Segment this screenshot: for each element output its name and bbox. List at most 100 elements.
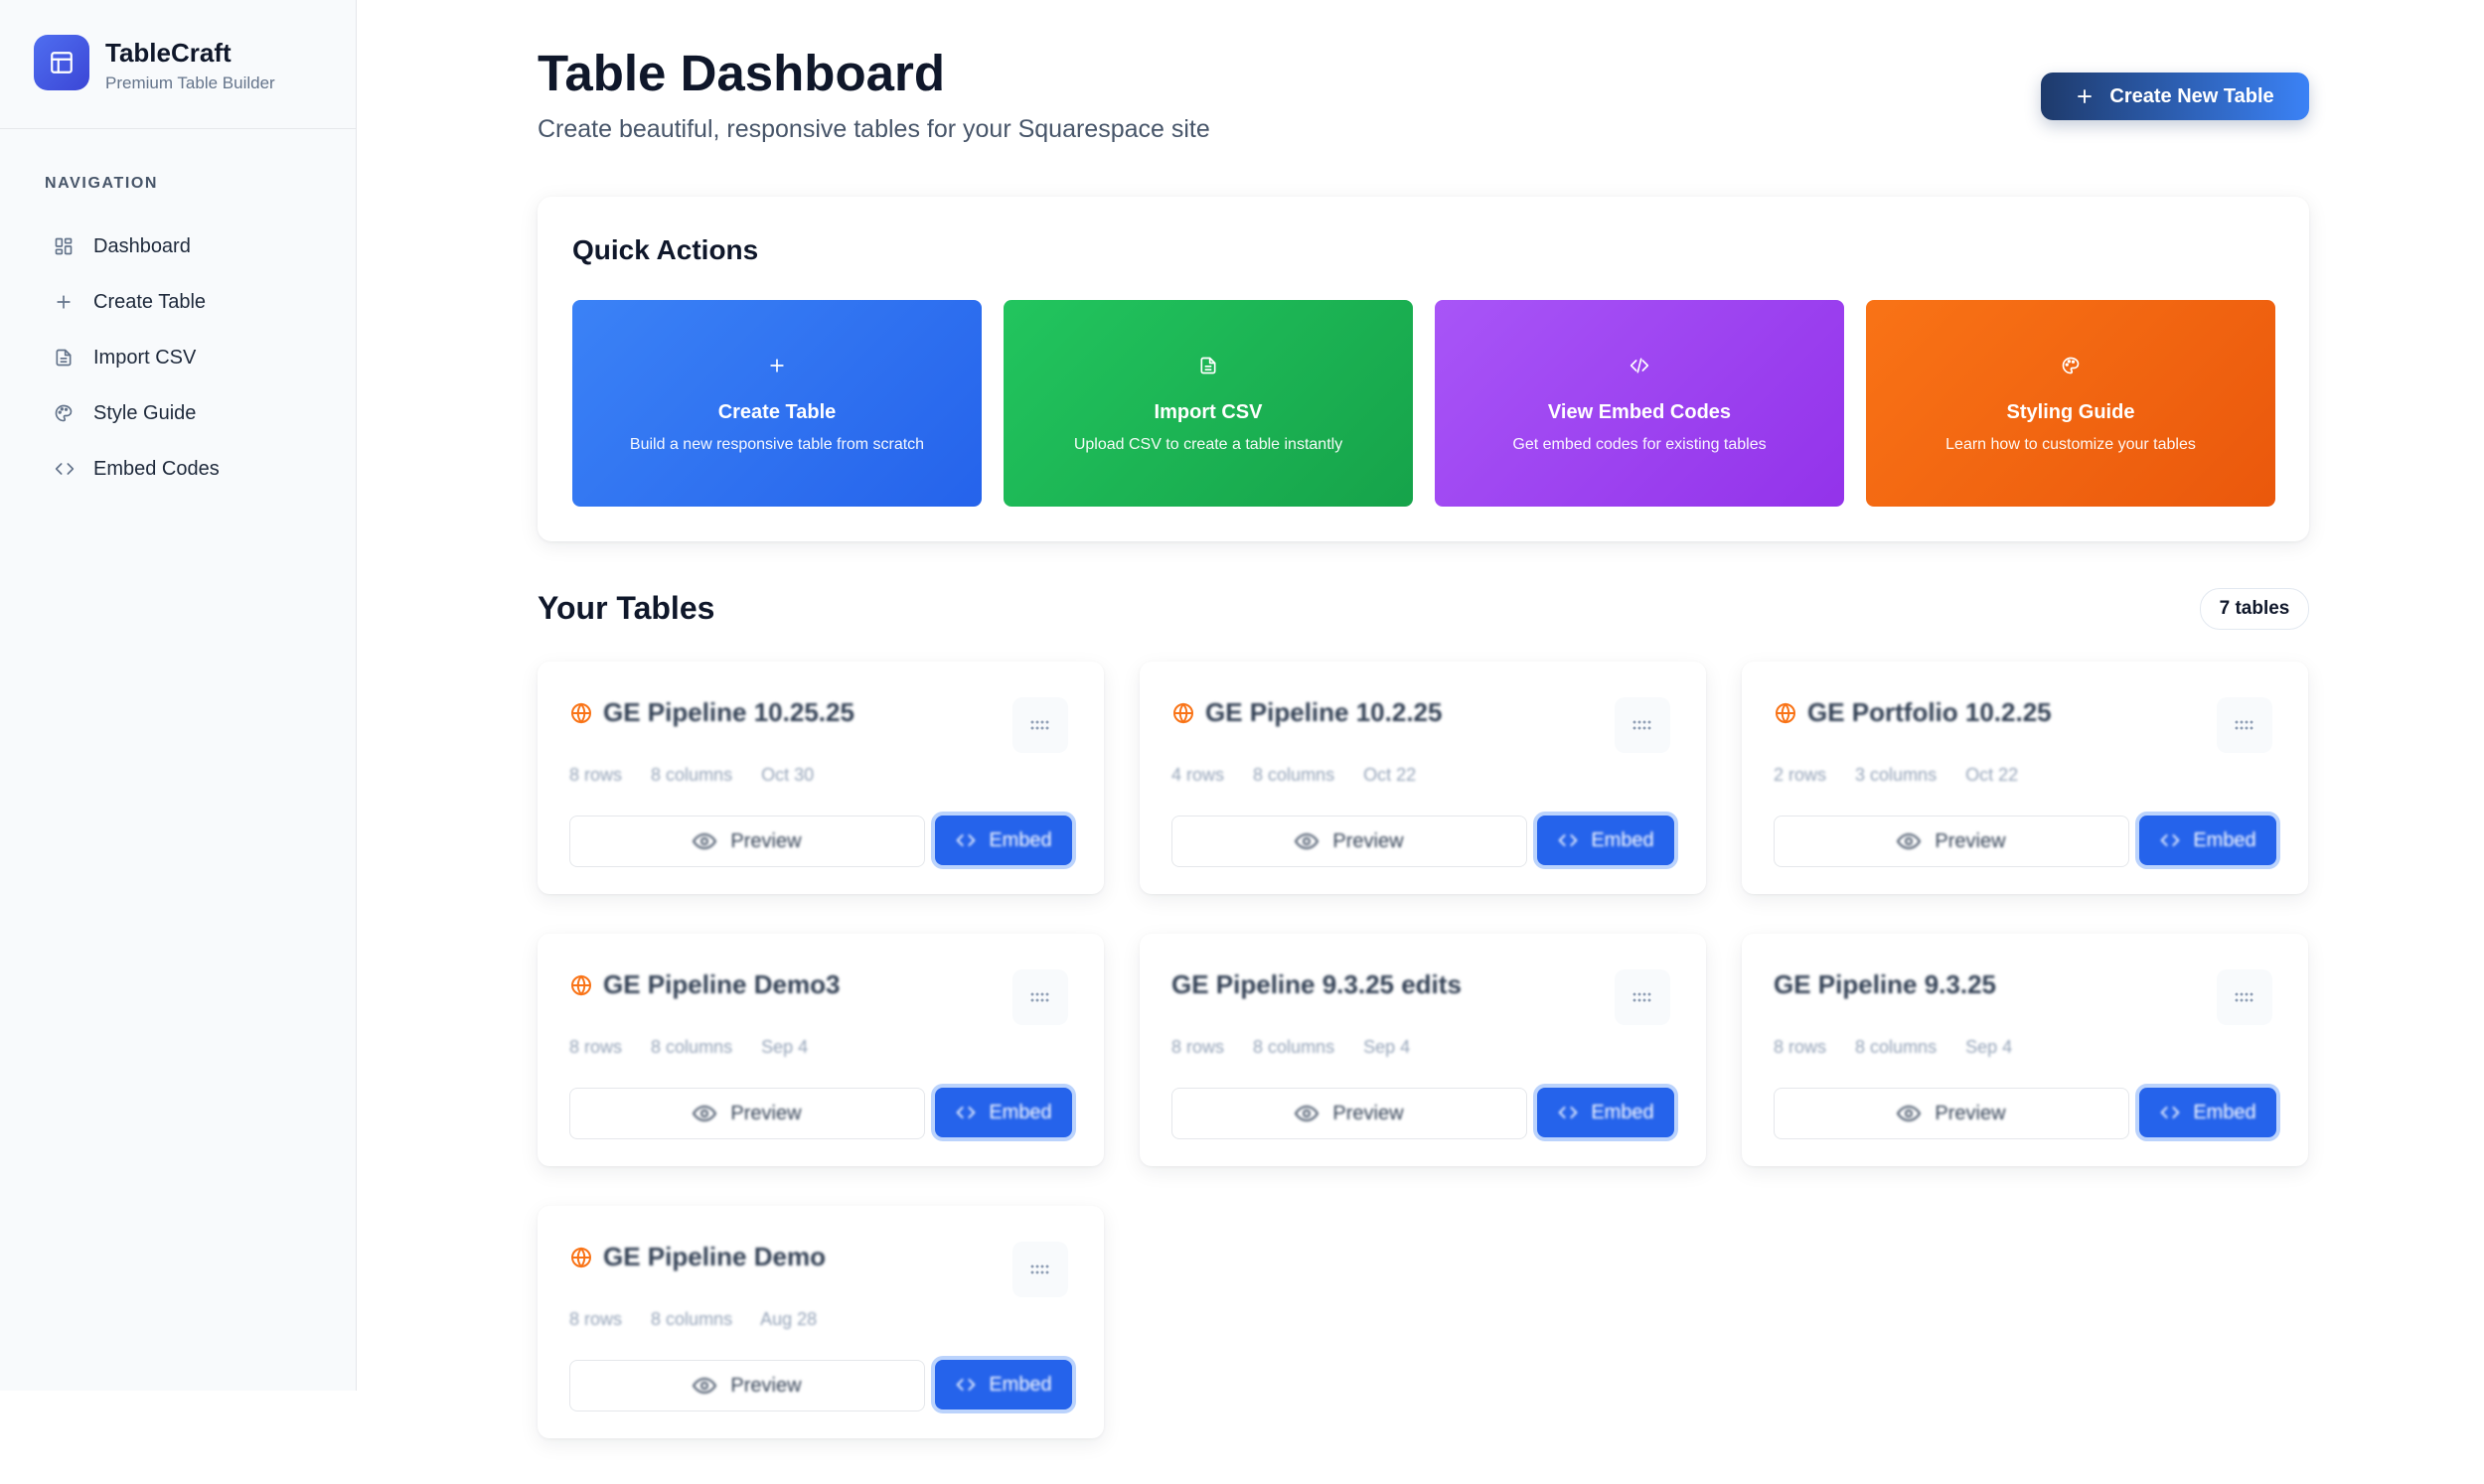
embed-label: Embed xyxy=(989,1101,1052,1123)
quick-action-title: Import CSV xyxy=(1154,401,1263,423)
table-name[interactable]: GE Pipeline 10.2.25 xyxy=(1205,697,1442,728)
sidebar-item-label: Create Table xyxy=(93,290,207,313)
table-name[interactable]: GE Pipeline Demo xyxy=(603,1242,826,1272)
quick-action-styling-guide[interactable]: Styling Guide Learn how to customize you… xyxy=(1866,300,2275,507)
code-icon xyxy=(1558,1107,1578,1118)
sidebar: TableCraft Premium Table Builder NAVIGAT… xyxy=(0,0,357,1391)
code-icon xyxy=(1558,834,1578,846)
code-icon xyxy=(2160,1107,2180,1118)
table-name[interactable]: GE Pipeline 9.3.25 edits xyxy=(1171,969,1462,1000)
table-card: GE Pipeline Demo 8 rows 8 columns Aug 28… xyxy=(538,1206,1104,1438)
dots-grid-icon xyxy=(1632,720,1651,730)
sidebar-item-label: Embed Codes xyxy=(93,457,220,480)
sidebar-item-style-guide[interactable]: Style Guide xyxy=(44,389,332,437)
embed-label: Embed xyxy=(989,1373,1052,1396)
table-rows: 8 rows xyxy=(1774,1037,1827,1057)
table-date: Sep 4 xyxy=(1965,1037,2013,1057)
table-logo-icon[interactable] xyxy=(34,35,89,90)
table-menu-button[interactable] xyxy=(1012,1242,1068,1297)
table-card: GE Pipeline Demo3 8 rows 8 columns Sep 4… xyxy=(538,934,1104,1166)
preview-button[interactable]: Preview xyxy=(1774,816,2129,867)
globe-icon xyxy=(1171,701,1195,730)
embed-label: Embed xyxy=(989,828,1052,851)
preview-label: Preview xyxy=(730,1374,802,1397)
quick-action-title: View Embed Codes xyxy=(1547,401,1732,423)
quick-actions-card: Quick Actions Create Table Build a new r… xyxy=(538,197,2309,541)
table-rows: 4 rows xyxy=(1171,765,1225,785)
table-rows: 2 rows xyxy=(1774,765,1827,785)
quick-action-desc: Learn how to customize your tables xyxy=(1945,436,2196,453)
embed-button[interactable]: Embed xyxy=(2139,1088,2276,1137)
preview-label: Preview xyxy=(730,829,802,852)
plus-icon xyxy=(572,356,982,375)
sidebar-item-dashboard[interactable]: Dashboard xyxy=(44,223,332,270)
embed-button[interactable]: Embed xyxy=(1537,1088,1674,1137)
tables-section-title: Your Tables xyxy=(538,590,715,626)
file-icon xyxy=(1004,356,1413,375)
embed-button[interactable]: Embed xyxy=(1537,816,1674,865)
table-name[interactable]: GE Pipeline Demo3 xyxy=(603,969,840,1000)
preview-label: Preview xyxy=(1332,1102,1404,1124)
table-menu-button[interactable] xyxy=(2217,697,2272,753)
quick-action-desc: Get embed codes for existing tables xyxy=(1512,436,1767,453)
table-meta: 8 rows 8 columns Aug 28 xyxy=(569,1309,841,1330)
embed-label: Embed xyxy=(2193,1101,2256,1123)
create-new-table-label: Create New Table xyxy=(2109,84,2274,107)
embed-button[interactable]: Embed xyxy=(935,816,1072,865)
table-menu-button[interactable] xyxy=(1012,697,1068,753)
tables-count-badge: 7 tables xyxy=(2200,588,2309,630)
table-meta: 8 rows 8 columns Sep 4 xyxy=(569,1037,832,1058)
code-icon xyxy=(2160,834,2180,846)
eye-icon xyxy=(1295,832,1320,850)
sidebar-item-create-table[interactable]: Create Table xyxy=(44,278,332,326)
preview-button[interactable]: Preview xyxy=(1171,1088,1527,1139)
table-columns: 8 columns xyxy=(651,765,733,785)
embed-button[interactable]: Embed xyxy=(2139,816,2276,865)
preview-button[interactable]: Preview xyxy=(569,816,925,867)
table-menu-button[interactable] xyxy=(1012,969,1068,1025)
eye-icon xyxy=(693,1105,717,1122)
plus-icon xyxy=(2078,89,2093,103)
table-menu-button[interactable] xyxy=(1615,697,1670,753)
embed-button[interactable]: Embed xyxy=(935,1360,1072,1410)
table-rows: 8 rows xyxy=(569,1037,623,1057)
table-date: Sep 4 xyxy=(761,1037,809,1057)
dots-grid-icon xyxy=(2235,992,2253,1002)
quick-action-create-table[interactable]: Create Table Build a new responsive tabl… xyxy=(572,300,982,507)
preview-button[interactable]: Preview xyxy=(569,1088,925,1139)
table-card: GE Portfolio 10.2.25 2 rows 3 columns Oc… xyxy=(1742,662,2308,894)
preview-label: Preview xyxy=(1332,829,1404,852)
globe-icon xyxy=(569,1246,593,1274)
quick-action-view-embed-codes[interactable]: View Embed Codes Get embed codes for exi… xyxy=(1435,300,1844,507)
plus-icon xyxy=(54,290,85,314)
quick-action-desc: Build a new responsive table from scratc… xyxy=(629,436,925,453)
create-new-table-button[interactable]: Create New Table xyxy=(2041,73,2309,120)
table-name[interactable]: GE Portfolio 10.2.25 xyxy=(1807,697,2052,728)
table-columns: 8 columns xyxy=(1253,765,1335,785)
dots-grid-icon xyxy=(1030,720,1049,730)
preview-button[interactable]: Preview xyxy=(1171,816,1527,867)
globe-icon xyxy=(569,973,593,1002)
eye-icon xyxy=(1897,1105,1922,1122)
embed-label: Embed xyxy=(1591,1101,1654,1123)
embed-label: Embed xyxy=(1591,828,1654,851)
embed-button[interactable]: Embed xyxy=(935,1088,1072,1137)
table-columns: 8 columns xyxy=(651,1309,733,1329)
code-icon xyxy=(1435,356,1844,375)
palette-icon xyxy=(54,401,85,425)
table-rows: 8 rows xyxy=(1171,1037,1225,1057)
sidebar-item-embed-codes[interactable]: Embed Codes xyxy=(44,445,332,493)
eye-icon xyxy=(693,1377,717,1395)
nav-title: NAVIGATION xyxy=(45,175,159,192)
preview-button[interactable]: Preview xyxy=(1774,1088,2129,1139)
table-menu-button[interactable] xyxy=(1615,969,1670,1025)
quick-action-title: Styling Guide xyxy=(2006,401,2135,423)
table-menu-button[interactable] xyxy=(2217,969,2272,1025)
table-name[interactable]: GE Pipeline 9.3.25 xyxy=(1774,969,1996,1000)
preview-button[interactable]: Preview xyxy=(569,1360,925,1411)
table-name[interactable]: GE Pipeline 10.25.25 xyxy=(603,697,854,728)
sidebar-item-import-csv[interactable]: Import CSV xyxy=(44,334,332,381)
quick-action-import-csv[interactable]: Import CSV Upload CSV to create a table … xyxy=(1004,300,1413,507)
dots-grid-icon xyxy=(2235,720,2253,730)
dashboard-icon xyxy=(54,234,85,258)
